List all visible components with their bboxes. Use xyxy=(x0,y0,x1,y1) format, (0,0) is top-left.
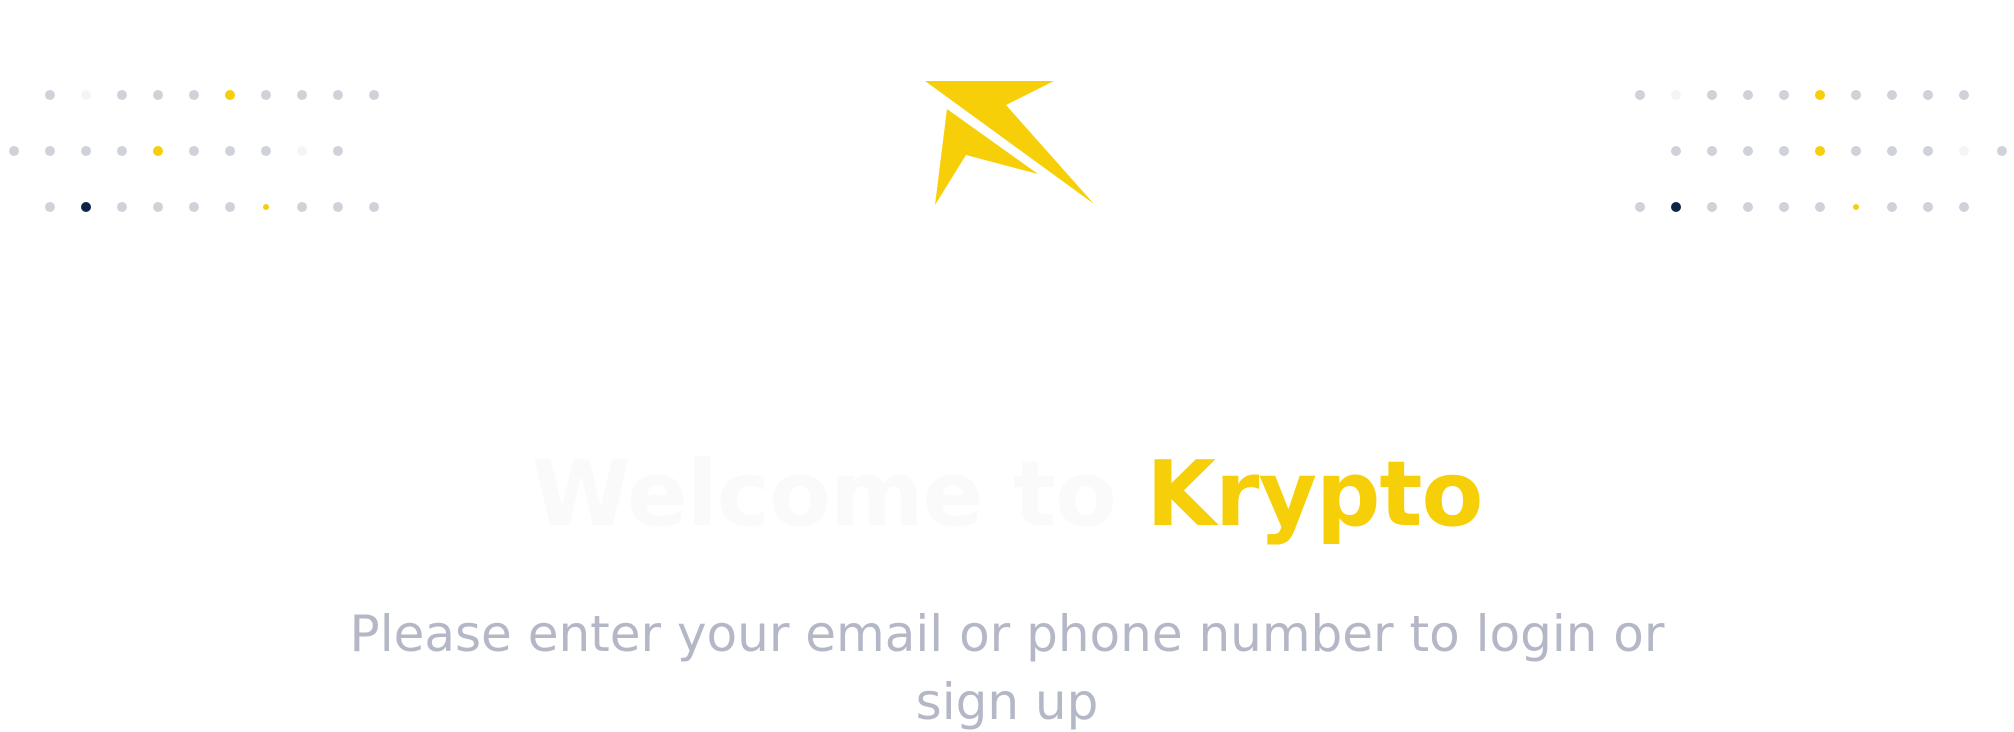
decorative-dot xyxy=(81,90,91,100)
decorative-dot xyxy=(225,202,235,212)
decorative-dot-pattern-left xyxy=(0,0,400,240)
decorative-dot xyxy=(189,146,199,156)
decorative-dot xyxy=(1779,202,1789,212)
login-instructions: Please enter your email or phone number … xyxy=(349,605,1665,731)
decorative-dot xyxy=(1959,202,1969,212)
decorative-dot xyxy=(1997,146,2007,156)
decorative-dot xyxy=(153,146,163,156)
decorative-dot xyxy=(1851,146,1861,156)
decorative-dot xyxy=(45,90,55,100)
decorative-dot xyxy=(261,90,271,100)
decorative-dot xyxy=(263,204,269,210)
decorative-dot xyxy=(1887,202,1897,212)
decorative-dot xyxy=(1743,146,1753,156)
decorative-dot xyxy=(45,146,55,156)
decorative-dot xyxy=(1815,90,1825,100)
decorative-dot xyxy=(1671,146,1681,156)
decorative-dot xyxy=(1707,146,1717,156)
decorative-dot xyxy=(153,90,163,100)
decorative-dot xyxy=(117,202,127,212)
decorative-dot xyxy=(1707,90,1717,100)
decorative-dot xyxy=(189,202,199,212)
decorative-dot xyxy=(261,146,271,156)
decorative-dot xyxy=(1853,204,1859,210)
krypto-logo-icon xyxy=(925,81,1094,205)
decorative-dot xyxy=(1887,90,1897,100)
decorative-dot xyxy=(1851,90,1861,100)
decorative-dot xyxy=(1743,90,1753,100)
decorative-dot xyxy=(225,90,235,100)
decorative-dot xyxy=(1779,90,1789,100)
decorative-dot xyxy=(333,202,343,212)
decorative-dot xyxy=(225,146,235,156)
decorative-dot xyxy=(1743,202,1753,212)
decorative-dot xyxy=(1815,146,1825,156)
decorative-dot xyxy=(1707,202,1717,212)
decorative-dot xyxy=(1923,202,1933,212)
decorative-dot xyxy=(45,202,55,212)
decorative-dot xyxy=(1959,146,1969,156)
decorative-dot xyxy=(1779,146,1789,156)
welcome-lead-text: Welcome to xyxy=(531,442,1117,547)
decorative-dot xyxy=(297,202,307,212)
decorative-dot xyxy=(369,90,379,100)
decorative-dot xyxy=(369,202,379,212)
decorative-dot xyxy=(1959,90,1969,100)
decorative-dot xyxy=(1635,202,1645,212)
decorative-dot xyxy=(1671,202,1681,212)
decorative-dot-pattern-right xyxy=(1614,0,2014,240)
decorative-dot xyxy=(333,90,343,100)
decorative-dot xyxy=(1671,90,1681,100)
decorative-dot xyxy=(333,146,343,156)
decorative-dot xyxy=(81,146,91,156)
decorative-dot xyxy=(81,202,91,212)
decorative-dot xyxy=(1635,90,1645,100)
welcome-heading: Welcome to Krypto xyxy=(0,440,2014,550)
decorative-dot xyxy=(297,146,307,156)
decorative-dot xyxy=(117,146,127,156)
decorative-dot xyxy=(1815,202,1825,212)
decorative-dot xyxy=(117,90,127,100)
decorative-dot xyxy=(1887,146,1897,156)
decorative-dot xyxy=(153,202,163,212)
brand-name: Krypto xyxy=(1146,442,1483,547)
decorative-dot xyxy=(9,146,19,156)
decorative-dot xyxy=(1923,146,1933,156)
decorative-dot xyxy=(1923,90,1933,100)
welcome-screen: Welcome to Krypto Please enter your emai… xyxy=(0,0,2014,732)
decorative-dot xyxy=(189,90,199,100)
decorative-dot xyxy=(297,90,307,100)
